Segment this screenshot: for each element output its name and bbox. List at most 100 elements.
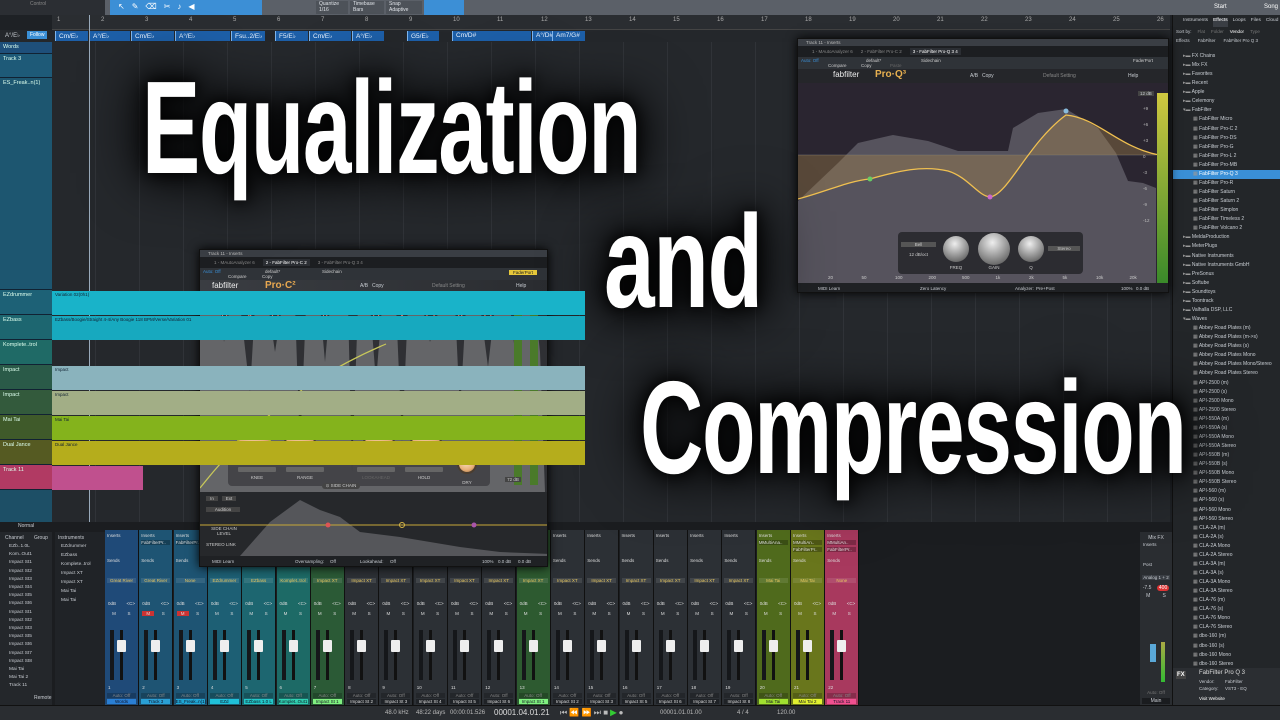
inserts-slot[interactable]: Inserts xyxy=(690,533,719,538)
solo-button[interactable]: S xyxy=(295,611,307,616)
q-knob[interactable] xyxy=(1018,236,1044,262)
output-gain-2[interactable]: 0.0 dB xyxy=(518,559,531,564)
inserts-slot[interactable]: Inserts xyxy=(587,533,616,538)
volume-readout[interactable]: 0dB xyxy=(211,601,219,606)
chord-event[interactable]: Fsu..2/E♭ xyxy=(231,31,265,41)
sort-option[interactable]: Flat xyxy=(1198,29,1206,34)
timeline-ruler[interactable]: 1 2 3 4 5 6 7 8 9 10 11 12 13 14 15 16 17 18 19 20 21 22 23 24 2… xyxy=(52,15,1170,30)
lookahead-slider[interactable] xyxy=(357,467,395,472)
pan-readout[interactable]: <C> xyxy=(126,601,135,606)
channel-list-item[interactable]: Mai Tai xyxy=(9,667,24,672)
browser-plugin-item[interactable]: ▦ FabFilter Pro-R xyxy=(1173,179,1280,188)
browser-plugin-item[interactable]: ▦ FabFilter Pro-DS xyxy=(1173,134,1280,143)
chord-event[interactable]: A°/D# xyxy=(532,31,553,41)
channel-name[interactable]: Impact St 6 xyxy=(484,699,514,704)
input-select[interactable]: None xyxy=(827,578,857,583)
input-select[interactable]: Impact XT xyxy=(621,578,651,583)
help-button[interactable]: Help xyxy=(516,283,526,289)
browser-plugin-item[interactable]: ▦ CLA-76 Mono xyxy=(1173,614,1280,623)
solo-button[interactable]: S xyxy=(432,611,444,616)
browser-plugin-item[interactable]: ▦ FabFilter Pro-L 2 xyxy=(1173,152,1280,161)
volume-fader[interactable] xyxy=(734,640,744,652)
automation-mode[interactable]: Auto: Off xyxy=(415,693,445,698)
main-inserts[interactable]: Inserts xyxy=(1140,541,1172,548)
solo-button[interactable]: S xyxy=(397,611,409,616)
sort-option[interactable]: Vendor xyxy=(1230,29,1244,34)
inserts-slot[interactable]: Inserts xyxy=(107,533,136,538)
volume-fader[interactable] xyxy=(288,640,298,652)
channel-name[interactable]: Impact St 8 xyxy=(724,699,754,704)
solo-button[interactable]: S xyxy=(535,611,547,616)
volume-fader[interactable] xyxy=(562,640,572,652)
track-header[interactable]: Impact xyxy=(0,365,52,390)
hold-slider[interactable] xyxy=(405,467,443,472)
sends-slot[interactable]: Sends xyxy=(690,558,719,563)
pan-readout[interactable]: <C> xyxy=(812,601,821,606)
volume-readout[interactable]: 0dB xyxy=(245,601,253,606)
browser-plugin-item[interactable]: ▦ API-550B (m) xyxy=(1173,451,1280,460)
pan-readout[interactable]: <C> xyxy=(572,601,581,606)
time-signature[interactable]: 4 / 4 xyxy=(737,710,749,716)
loop-start[interactable]: 00001.01.01.00 xyxy=(660,710,702,716)
channel-name[interactable]: Impact St 7 xyxy=(690,699,720,704)
channel-name[interactable]: Impact St 2 xyxy=(347,699,377,704)
arrangement-clip[interactable]: Variation 02(0h1) xyxy=(52,291,585,315)
browser-plugin-item[interactable]: ▦ API-550A (s) xyxy=(1173,424,1280,433)
output-select[interactable] xyxy=(519,585,548,591)
solo-button[interactable]: S xyxy=(672,611,684,616)
chord-event[interactable]: Cm/E♭ xyxy=(131,31,174,41)
channel-list-item[interactable]: Impact St8 xyxy=(9,659,32,664)
input-select[interactable]: Impact XT xyxy=(347,578,377,583)
browser-plugin-item[interactable]: ▦ API-2500 (s) xyxy=(1173,388,1280,397)
volume-readout[interactable]: 0dB xyxy=(314,601,322,606)
instrument-list-item[interactable]: Komplete..trol xyxy=(61,562,91,567)
sc-in-button[interactable]: In xyxy=(206,496,218,501)
browser-plugin-item[interactable]: ▦ CLA-3A Mono xyxy=(1173,578,1280,587)
freq-knob[interactable] xyxy=(943,236,969,262)
pan-readout[interactable]: <C> xyxy=(778,601,787,606)
output-select[interactable] xyxy=(244,585,273,591)
browser-plugin-item[interactable]: ▦ CLA-2A Mono xyxy=(1173,542,1280,551)
arrangement-clip[interactable] xyxy=(52,466,143,490)
volume-readout[interactable]: 0dB xyxy=(177,601,185,606)
mute-button[interactable]: M xyxy=(828,611,840,616)
mute-button[interactable]: M xyxy=(623,611,635,616)
input-select[interactable]: Impact XT xyxy=(450,578,479,583)
volume-readout[interactable]: 0dB xyxy=(691,601,699,606)
plugin-tab[interactable]: 1 - MAutoAnalyzer 6 xyxy=(214,259,255,266)
follow-button[interactable]: Follow xyxy=(27,31,48,39)
auto-off[interactable]: Auto: Off xyxy=(801,58,819,63)
automation-mode[interactable]: Auto: Off xyxy=(450,693,479,698)
output-select[interactable] xyxy=(656,585,685,591)
pan-readout[interactable]: <C> xyxy=(298,601,307,606)
input-select[interactable]: EZbass xyxy=(244,578,274,583)
chord-event[interactable]: F5/E♭ xyxy=(275,31,308,41)
solo-button[interactable]: S xyxy=(329,611,341,616)
chord-event[interactable]: Cm/E♭ xyxy=(55,31,88,41)
song-button[interactable]: Song xyxy=(1264,4,1278,10)
automation-mode[interactable]: Auto: Off xyxy=(827,693,857,698)
sends-slot[interactable]: Sends xyxy=(724,558,753,563)
input-select[interactable]: Impact XT xyxy=(724,578,754,583)
input-select[interactable]: Impact XT xyxy=(312,578,342,583)
oversampling-value[interactable]: Off xyxy=(330,559,336,564)
input-select[interactable]: Impact XT xyxy=(655,578,685,583)
browser-plugin-item[interactable]: ▦ FabFilter Micro xyxy=(1173,115,1280,124)
browser-plugin-item[interactable]: ▦ dbx-160 (m) xyxy=(1173,632,1280,641)
pan-readout[interactable]: <C> xyxy=(161,601,170,606)
solo-button[interactable]: S xyxy=(226,611,238,616)
input-select[interactable]: Impact XT xyxy=(484,578,514,583)
volume-fader[interactable] xyxy=(700,640,710,652)
output-select[interactable] xyxy=(381,585,410,591)
browser-plugin-item[interactable]: ▦ API-550A Stereo xyxy=(1173,442,1280,451)
channel-list-item[interactable]: Kom..Out1 xyxy=(9,552,32,557)
channel-name[interactable]: Impact St 6 xyxy=(655,699,685,704)
channel-list-item[interactable]: Impact St4 xyxy=(9,585,32,590)
channel-name[interactable]: Impact St 3 xyxy=(381,699,411,704)
volume-readout[interactable]: 0dB xyxy=(142,601,150,606)
chord-event[interactable]: A°/E♭ xyxy=(89,31,130,41)
input-select[interactable]: None xyxy=(175,578,205,583)
channel-list-item[interactable]: Mai Tai 2 xyxy=(9,675,28,680)
channel-name[interactable]: Mai Tai xyxy=(758,699,788,704)
mute-button[interactable]: M xyxy=(588,611,600,616)
